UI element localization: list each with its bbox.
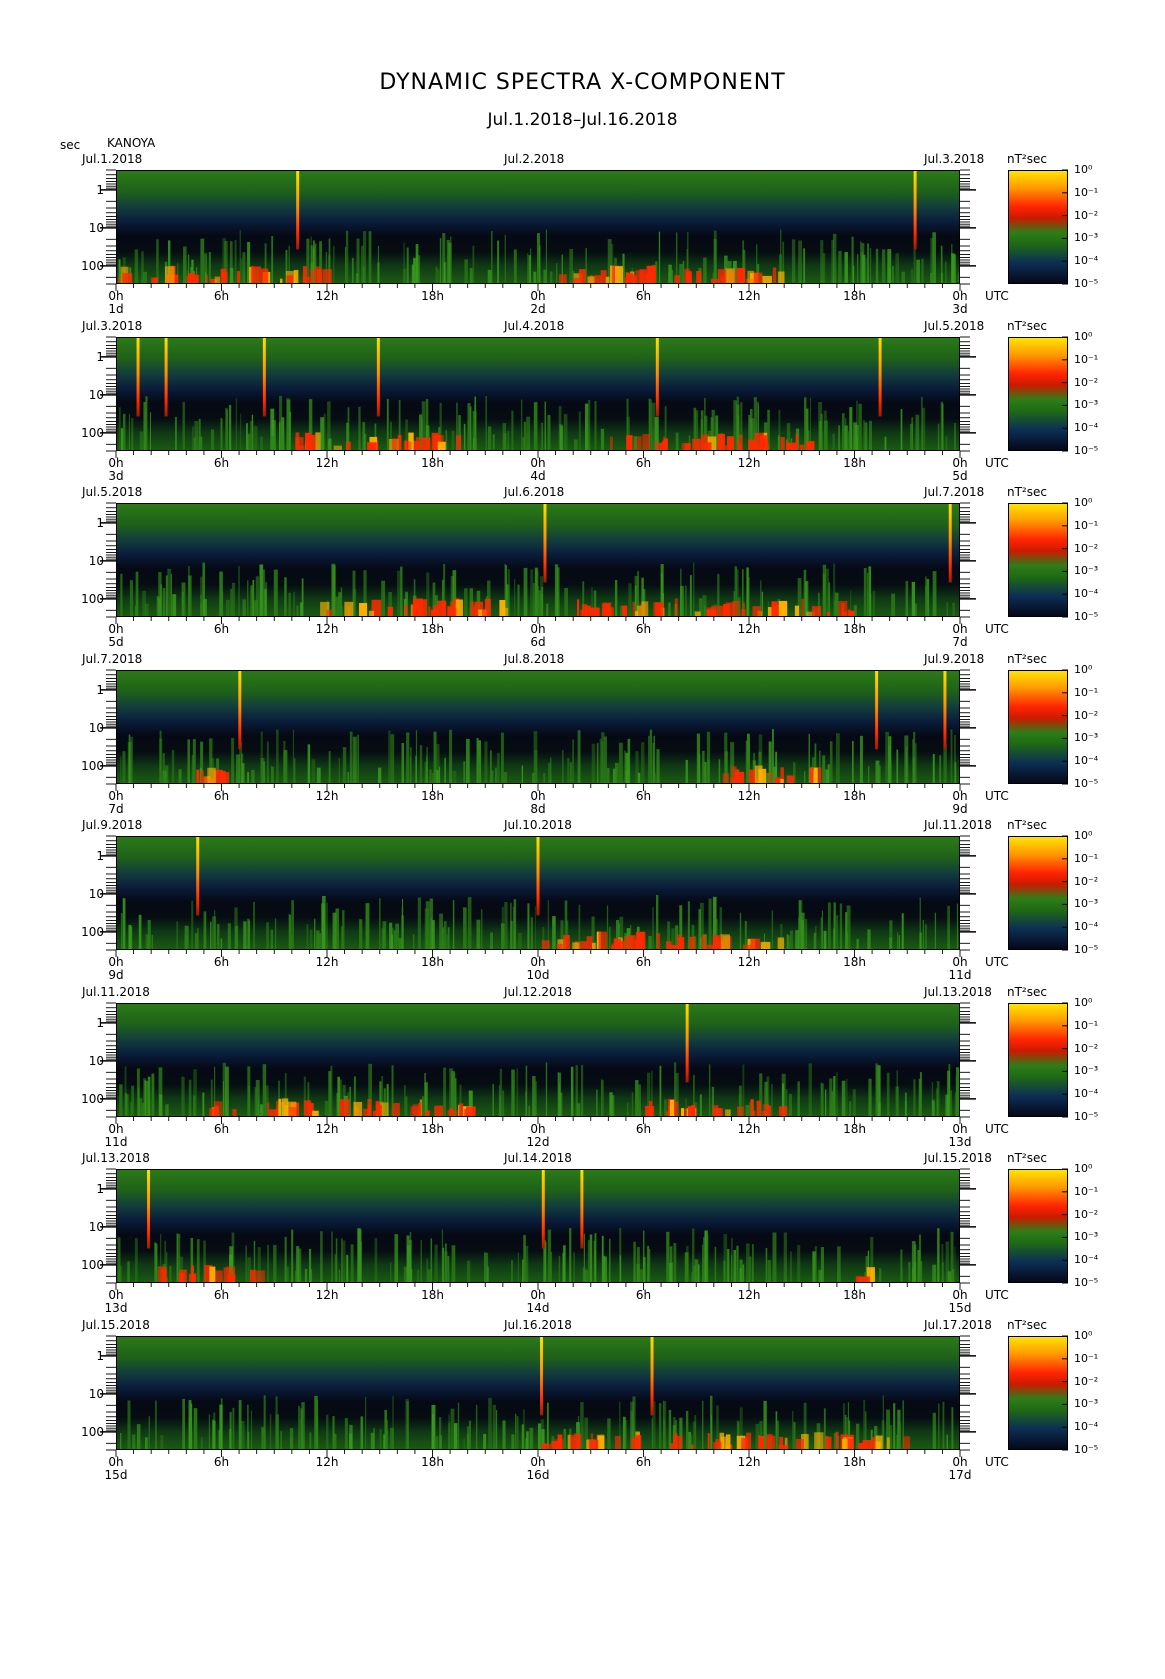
spectrogram-panel: Jul.13.2018 Jul.14.2018 Jul.15.2018 1 10 100 0… — [0, 1147, 1165, 1326]
colorbar-tick-label: 10⁰ — [1074, 996, 1093, 1009]
colorbar-axis-svg — [1062, 835, 1068, 951]
colorbar-axis-svg — [1062, 669, 1068, 785]
colorbar-tick-label: 10⁰ — [1074, 163, 1093, 176]
colorbar-tick-label: 10⁰ — [1074, 829, 1093, 842]
colorbar-tick-label: 10⁻⁴ — [1074, 587, 1099, 601]
colorbar-tick-label: 10⁻³ — [1074, 564, 1099, 578]
colorbar-tick-label: 10⁻⁵ — [1074, 1110, 1099, 1123]
colorbar-tick-label: 10⁻⁵ — [1074, 1276, 1099, 1289]
colorbar-tick-label: 10⁻⁴ — [1074, 754, 1099, 768]
colorbar-axis-svg — [1062, 1335, 1068, 1451]
colorbar-tick-label: 10⁻³ — [1074, 231, 1099, 245]
spectrogram-panel: Jul.3.2018 Jul.4.2018 Jul.5.2018 1 10 100 0h 6h… — [0, 315, 1165, 494]
colorbar-axis-svg — [1062, 1002, 1068, 1118]
spectrogram-panel: Jul.7.2018 Jul.8.2018 Jul.9.2018 1 10 100 0h 6h… — [0, 648, 1165, 827]
colorbar-tick-label: 10⁻² — [1074, 208, 1099, 222]
colorbar-tick-label: 10⁻² — [1074, 708, 1099, 722]
colorbar-tick-label: 10⁻² — [1074, 874, 1099, 888]
spectrogram-panel: Jul.5.2018 Jul.6.2018 Jul.7.2018 1 10 100 0h 6h… — [0, 481, 1165, 660]
colorbar-tick-label: 10⁰ — [1074, 1329, 1093, 1342]
colorbar-tick-label: 10⁻¹ — [1074, 1184, 1099, 1198]
colorbar-tick-label: 10⁰ — [1074, 1162, 1093, 1175]
colorbar-axis-svg — [1062, 169, 1068, 285]
colorbar-tick-label: 10⁻¹ — [1074, 1351, 1099, 1365]
colorbar-tick-label: 10⁻² — [1074, 1374, 1099, 1388]
colorbar-tick-label: 10⁻¹ — [1074, 685, 1099, 699]
spectrogram-panel: Jul.15.2018 Jul.16.2018 Jul.17.2018 1 10 100 0… — [0, 1314, 1165, 1493]
colorbar-tick-label: 10⁻⁴ — [1074, 1087, 1099, 1101]
colorbar-tick-label: 10⁻² — [1074, 1207, 1099, 1221]
colorbar-tick-label: 10⁻¹ — [1074, 1018, 1099, 1032]
colorbar-tick-label: 10⁻³ — [1074, 897, 1099, 911]
colorbar-tick-label: 10⁰ — [1074, 496, 1093, 509]
colorbar-tick-label: 10⁻³ — [1074, 398, 1099, 412]
colorbar-tick-label: 10⁻¹ — [1074, 352, 1099, 366]
colorbar-axis-svg — [1062, 1168, 1068, 1284]
colorbar-tick-label: 10⁻⁵ — [1074, 277, 1099, 290]
colorbar-tick-label: 10⁻¹ — [1074, 185, 1099, 199]
colorbar-tick-label: 10⁻⁴ — [1074, 1420, 1099, 1434]
colorbar-tick-label: 10⁻⁴ — [1074, 254, 1099, 268]
colorbar-tick-label: 10⁻¹ — [1074, 518, 1099, 532]
panels-container: Jul.1.2018 Jul.2.2018 Jul.3.2018 1 10 100 0h 6h… — [0, 0, 1165, 1679]
colorbar-tick-label: 10⁻⁵ — [1074, 943, 1099, 956]
colorbar-tick-label: 10⁻⁴ — [1074, 920, 1099, 934]
colorbar-tick-label: 10⁻³ — [1074, 731, 1099, 745]
colorbar-tick-label: 10⁻⁵ — [1074, 610, 1099, 623]
colorbar-tick-label: 10⁻³ — [1074, 1230, 1099, 1244]
colorbar-tick-label: 10⁻⁵ — [1074, 444, 1099, 457]
colorbar-tick-label: 10⁻⁵ — [1074, 1443, 1099, 1456]
colorbar-axis-svg — [1062, 502, 1068, 618]
colorbar-tick-label: 10⁻² — [1074, 375, 1099, 389]
colorbar-tick-label: 10⁻⁴ — [1074, 1253, 1099, 1267]
colorbar-tick-label: 10⁻² — [1074, 541, 1099, 555]
colorbar-axis-svg — [1062, 336, 1068, 452]
colorbar-tick-label: 10⁻³ — [1074, 1064, 1099, 1078]
colorbar-tick-label: 10⁻⁵ — [1074, 777, 1099, 790]
colorbar-tick-label: 10⁻² — [1074, 1041, 1099, 1055]
spectrogram-panel: Jul.11.2018 Jul.12.2018 Jul.13.2018 1 10 100 0… — [0, 981, 1165, 1160]
colorbar-tick-label: 10⁰ — [1074, 663, 1093, 676]
spectrogram-panel: Jul.9.2018 Jul.10.2018 Jul.11.2018 1 10 100 0h… — [0, 814, 1165, 993]
colorbar-tick-label: 10⁻⁴ — [1074, 421, 1099, 435]
colorbar-tick-label: 10⁻¹ — [1074, 851, 1099, 865]
colorbar-tick-label: 10⁰ — [1074, 330, 1093, 343]
colorbar-tick-label: 10⁻³ — [1074, 1397, 1099, 1411]
spectrogram-panel: Jul.1.2018 Jul.2.2018 Jul.3.2018 1 10 100 0h 6h… — [0, 148, 1165, 327]
